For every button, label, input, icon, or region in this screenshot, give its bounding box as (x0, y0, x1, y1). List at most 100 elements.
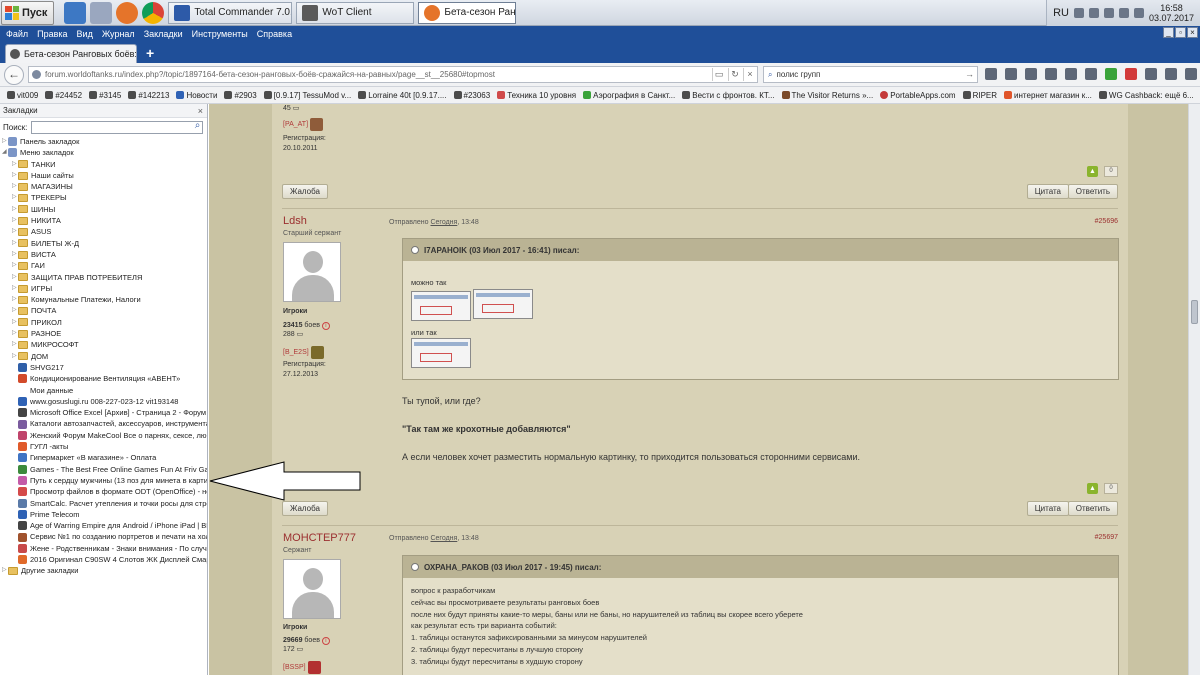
tree-link[interactable]: Каталоги автозапчастей, аксессуаров, инс… (0, 418, 207, 429)
download-icon[interactable] (985, 68, 997, 80)
tree-link[interactable]: Кондиционирование Вентиляция «АВЕНТ» (0, 373, 207, 384)
bookmarks-list-icon[interactable] (1045, 68, 1057, 80)
page-scrollbar[interactable] (1188, 104, 1200, 675)
network-icon[interactable] (1073, 8, 1084, 18)
complain-button[interactable]: Жалоба (282, 501, 328, 516)
reply-button[interactable]: Ответить (1067, 184, 1118, 199)
bookmark-item[interactable]: #3145 (89, 91, 121, 100)
tree-folder[interactable]: ▷ ЗАЩИТА ПРАВ ПОТРЕБИТЕЛЯ (0, 272, 207, 283)
search-bar[interactable]: ⌕ полис групп → (763, 66, 978, 83)
bookmark-item[interactable]: #24452 (45, 91, 82, 100)
post-author[interactable]: МОНСТЕР777 (283, 532, 356, 544)
chrome-icon[interactable] (142, 1, 165, 24)
tree-link[interactable]: SmartCalc. Расчет утепления и точки росы… (0, 498, 207, 509)
post-number[interactable]: #25697 (1095, 534, 1118, 541)
bookmark-item[interactable]: #2903 (224, 91, 257, 100)
minimize-icon[interactable]: _ (1163, 27, 1174, 38)
post-author-clan[interactable]: [B_E2S] (283, 346, 324, 359)
sidebar-search-input[interactable] (31, 120, 204, 134)
rep-up-icon[interactable]: ▲ (1087, 483, 1098, 494)
info-circle-icon[interactable]: i (321, 322, 330, 330)
start-button[interactable]: Пуск (1, 0, 55, 25)
menu-help[interactable]: Справка (257, 29, 292, 39)
stop-icon[interactable]: × (743, 68, 756, 81)
tree-folder[interactable]: ▷ ASUS (0, 226, 207, 237)
volume-icon[interactable] (1118, 8, 1129, 18)
url-bar[interactable]: forum.worldoftanks.ru/index.php?/topic/1… (28, 66, 758, 83)
reader-view-icon[interactable]: ▭ (712, 68, 725, 81)
tree-link[interactable]: Просмотр файлов в формате ODT (OpenOffic… (0, 486, 207, 497)
avatar[interactable] (283, 559, 341, 619)
menu-hamburger-icon[interactable] (1185, 68, 1197, 80)
bookmark-item[interactable]: Техника 10 уровня (497, 91, 576, 100)
menu-tools[interactable]: Инструменты (192, 29, 248, 39)
tree-link[interactable]: Prime Telecom (0, 509, 207, 520)
tree-folder[interactable]: ▷ ДОМ (0, 351, 207, 362)
addon-red-icon[interactable] (1125, 68, 1137, 80)
post-author[interactable]: Ldsh (283, 215, 307, 227)
screenshot-icon[interactable] (1145, 68, 1157, 80)
image-thumbnail[interactable] (473, 288, 533, 319)
bookmark-item[interactable]: интернет магазин к... (1004, 91, 1092, 100)
tree-item-other[interactable]: ▷ Другие закладки (0, 565, 207, 576)
task-firefox[interactable]: Бета-сезон Рангово... (418, 1, 517, 24)
menu-bookmarks[interactable]: Закладки (144, 29, 183, 39)
restore-icon[interactable]: ▫ (1175, 27, 1186, 38)
prev-post-clan[interactable]: [PA_AT] (283, 118, 324, 131)
clock[interactable]: 16:58 03.07.2017 (1149, 3, 1194, 23)
quote-button[interactable]: Цитата (1026, 184, 1069, 199)
tree-link[interactable]: Сервис №1 по созданию портретов и печати… (0, 531, 207, 542)
tree-link[interactable]: Мои данные (0, 385, 207, 396)
tree-folder[interactable]: ▷ ТАНКИ (0, 159, 207, 170)
tools-icon[interactable] (90, 1, 113, 24)
tree-folder[interactable]: ▷ ПРИКОЛ (0, 317, 207, 328)
bookmark-item[interactable]: #23063 (453, 91, 490, 100)
menu-edit[interactable]: Правка (37, 29, 67, 39)
flag-icon[interactable] (1088, 8, 1099, 18)
tree-folder[interactable]: ▷ МИКРОСОФТ (0, 339, 207, 350)
tab-forum[interactable]: Бета-сезон Ранговых боёв: ср × (5, 44, 137, 63)
bookmark-item[interactable]: #142213 (128, 91, 169, 100)
tree-link[interactable]: www.gosuslugi.ru 008-227-023-12 vit19314… (0, 396, 207, 407)
bookmark-item[interactable]: PortableApps.com (880, 91, 956, 100)
tree-folder[interactable]: ▷ МАГАЗИНЫ (0, 181, 207, 192)
tree-folder[interactable]: ▷ ГАИ (0, 260, 207, 271)
scrollbar-thumb[interactable] (1191, 300, 1198, 324)
tree-link[interactable]: ГУГЛ -акты (0, 441, 207, 452)
bookmark-item[interactable]: Lorraine 40t [0.9.17.... (358, 91, 447, 100)
addon-box-icon[interactable] (1165, 68, 1177, 80)
bookmark-item[interactable]: Новости (176, 91, 217, 100)
image-thumbnail[interactable] (411, 338, 471, 369)
tree-folder[interactable]: ▷ ТРЕКЕРЫ (0, 192, 207, 203)
search-go-icon[interactable]: → (965, 69, 974, 79)
bookmark-star-icon[interactable] (1025, 68, 1037, 80)
avatar[interactable] (283, 242, 341, 302)
tree-item-menu[interactable]: ◢ Меню закладок (0, 147, 207, 158)
bookmark-item[interactable]: Аэрография в Санкт... (583, 91, 675, 100)
language-indicator[interactable]: RU (1053, 7, 1069, 19)
tree-link[interactable]: Age of Warring Empire для Android / iPho… (0, 520, 207, 531)
bookmark-item[interactable]: Вести с фронтов. КТ... (682, 91, 775, 100)
reload-icon[interactable]: ↻ (728, 68, 741, 81)
send-icon[interactable] (1085, 68, 1097, 80)
tree-link[interactable]: Гипермаркет «В магазине» - Оплата (0, 452, 207, 463)
tree-link[interactable]: Путь к сердцу мужчины (13 поз для минета… (0, 475, 207, 486)
tree-item-toolbar[interactable]: ▷ Панель закладок (0, 136, 207, 147)
post-author-clan[interactable]: [BSSP] (283, 661, 321, 674)
reply-button[interactable]: Ответить (1067, 501, 1118, 516)
menu-file[interactable]: Файл (6, 29, 28, 39)
quote-button[interactable]: Цитата (1026, 501, 1069, 516)
pocket-icon[interactable] (1065, 68, 1077, 80)
tree-folder[interactable]: ▷ БИЛЕТЫ Ж-Д (0, 238, 207, 249)
tree-link[interactable]: Games - The Best Free Online Games Fun A… (0, 464, 207, 475)
tree-folder[interactable]: ▷ Комунальные Платежи, Налоги (0, 294, 207, 305)
printer-icon[interactable] (1133, 8, 1144, 18)
tree-folder[interactable]: ▷ Наши сайты (0, 170, 207, 181)
site-info-icon[interactable] (32, 70, 41, 79)
menu-history[interactable]: Журнал (102, 29, 135, 39)
post-number[interactable]: #25696 (1095, 218, 1118, 225)
firefox-icon[interactable] (116, 1, 139, 24)
task-total-commander[interactable]: Total Commander 7.0... (168, 1, 293, 24)
usb-icon[interactable] (1103, 8, 1114, 18)
bookmark-item[interactable]: The Visitor Returns »... (781, 91, 873, 100)
